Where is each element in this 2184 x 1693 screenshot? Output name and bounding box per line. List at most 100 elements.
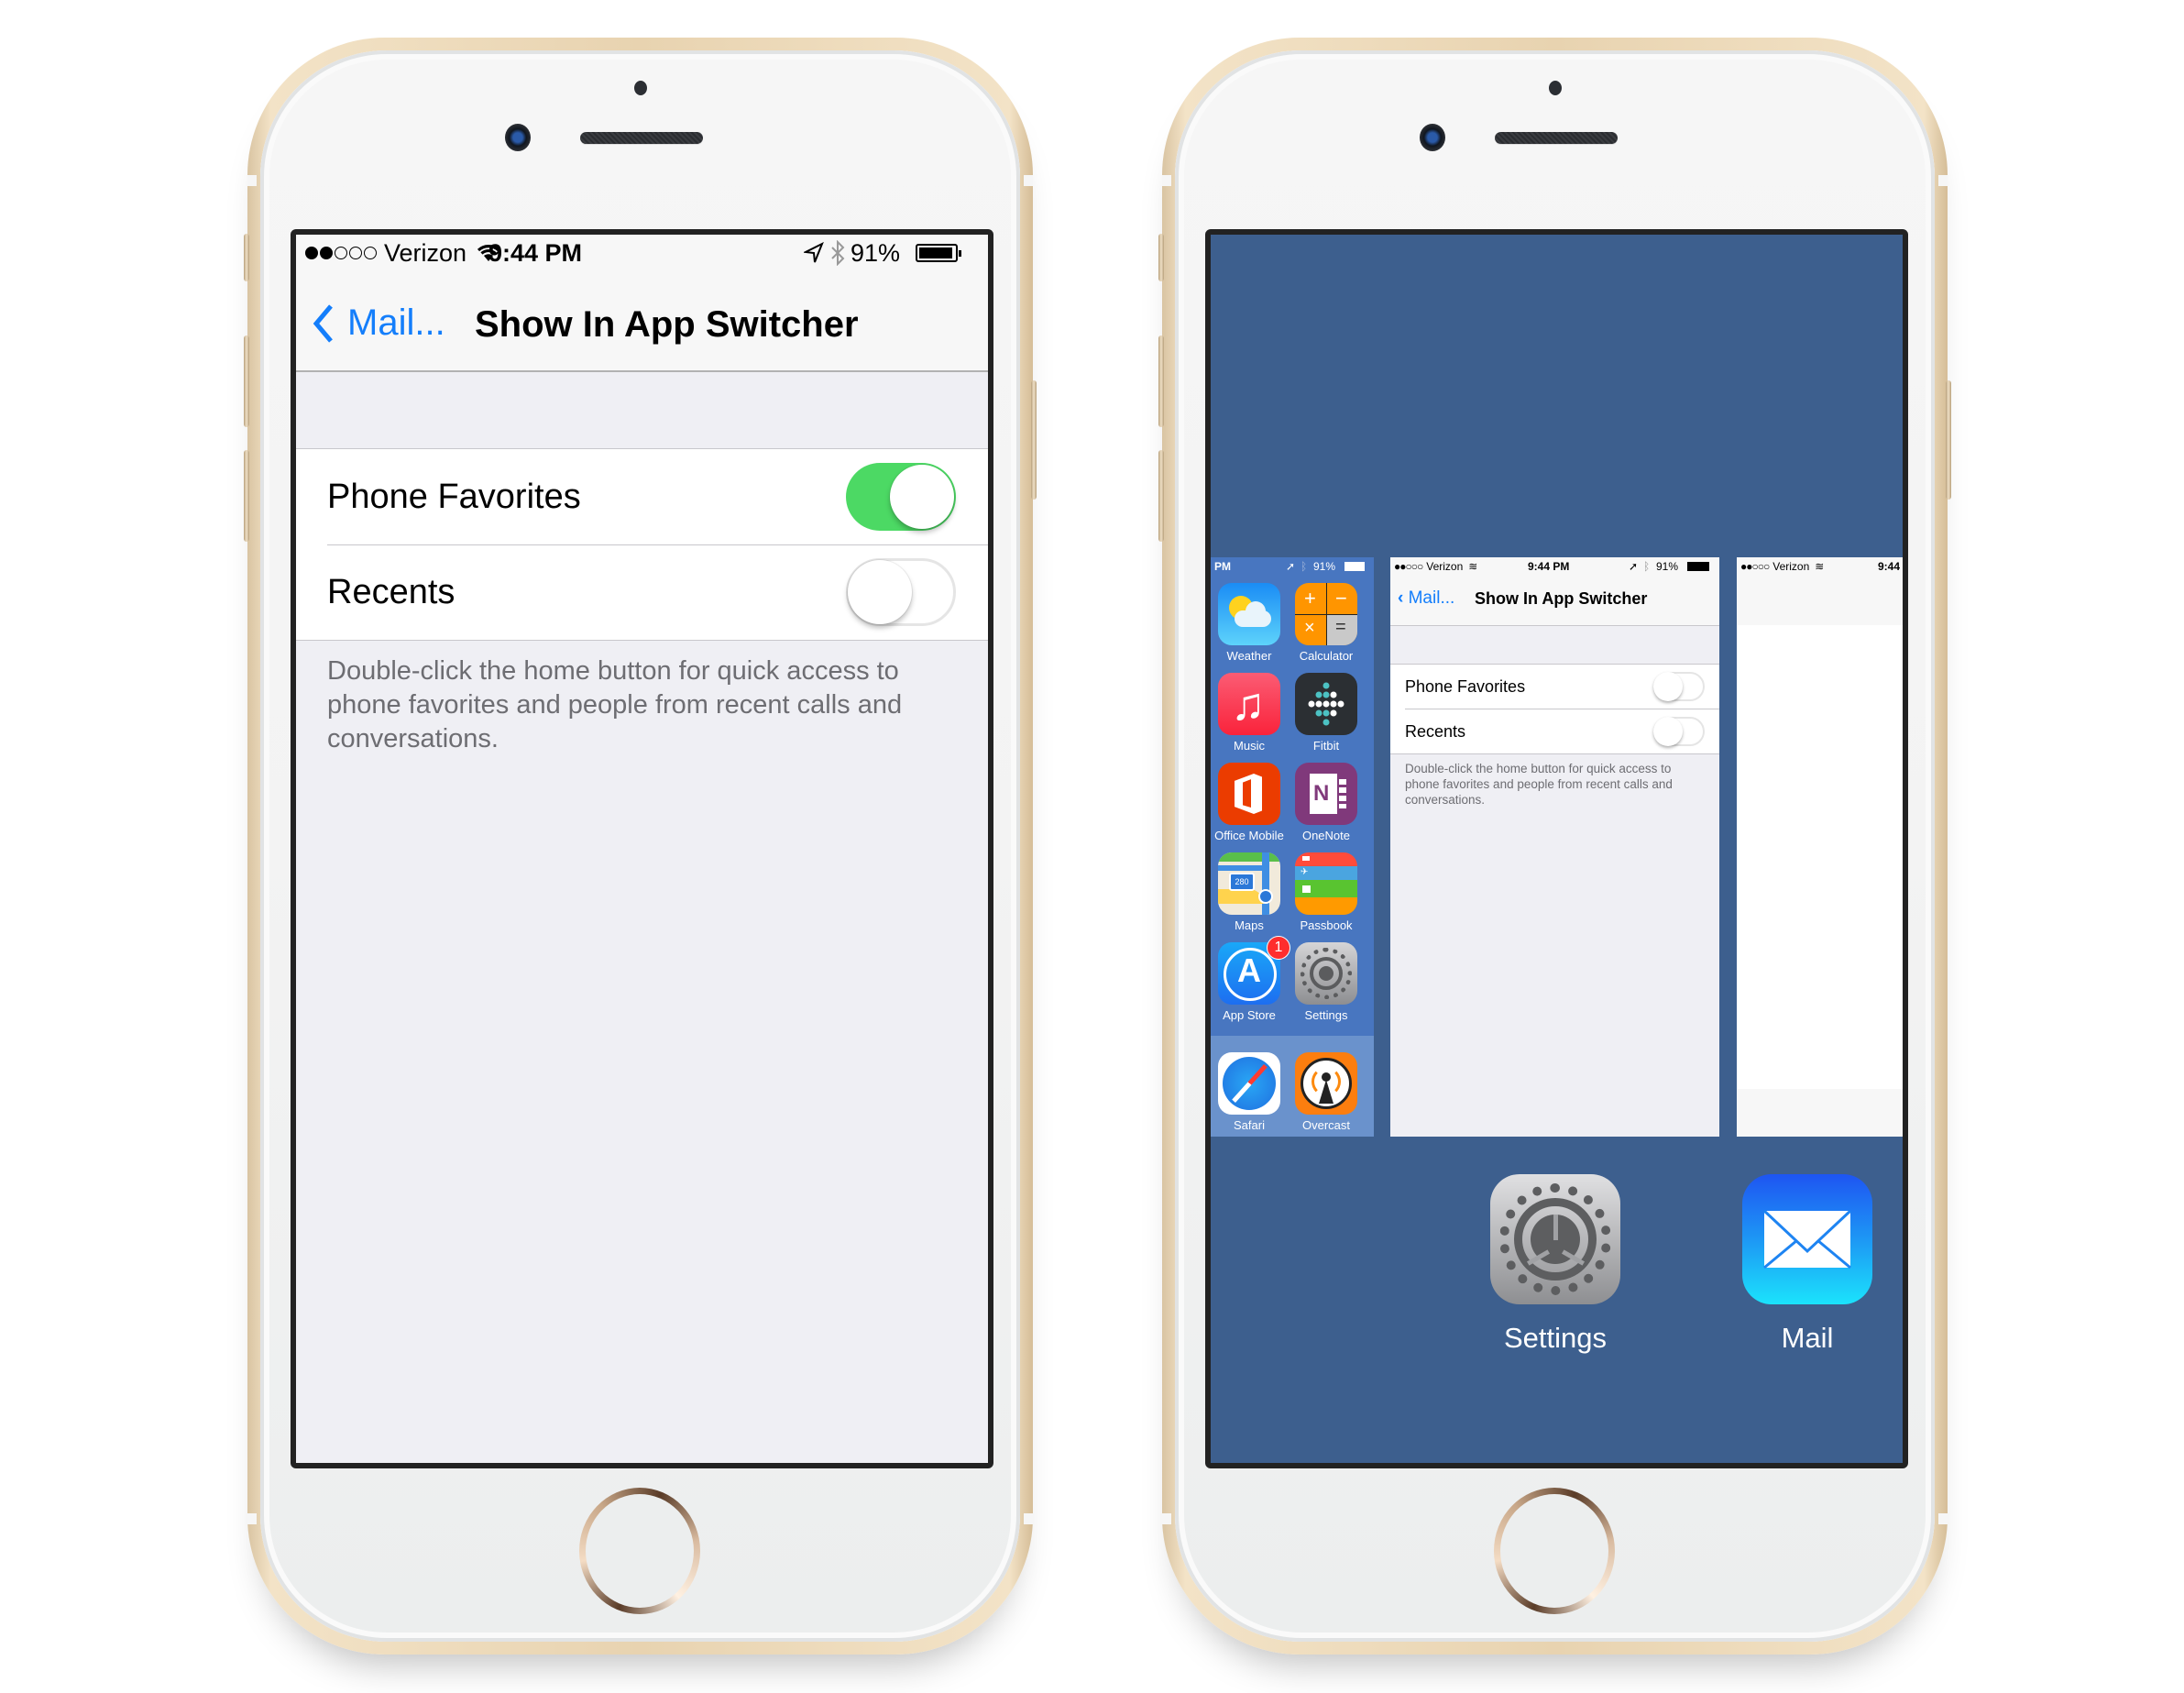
toggle-knob xyxy=(848,560,912,624)
carrier-label: Verizon xyxy=(384,238,467,267)
bluetooth-icon: ᛒ xyxy=(1643,560,1651,573)
app-label: Office Mobile xyxy=(1214,829,1284,842)
setting-description: Double-click the home button for quick a… xyxy=(327,656,903,753)
app-label: Passbook xyxy=(1300,918,1353,932)
front-camera xyxy=(1420,124,1445,151)
passbook-icon[interactable]: ✈ xyxy=(1295,852,1357,915)
mail-app-card[interactable]: ●●○○○ Verizon ≋ 9:44 xyxy=(1737,557,1903,1137)
proximity-sensor xyxy=(1549,81,1562,95)
front-camera xyxy=(505,124,531,151)
app-label: Overcast xyxy=(1301,1118,1350,1132)
toggle-knob xyxy=(890,465,954,529)
antenna-line xyxy=(1024,175,1033,186)
page-title: Show In App Switcher xyxy=(475,304,859,345)
power-button xyxy=(1031,380,1037,500)
onenote-icon[interactable]: N xyxy=(1295,763,1357,825)
setting-description: Double-click the home button for quick a… xyxy=(1405,762,1673,807)
battery-percent: 91% xyxy=(1313,560,1336,573)
home-button[interactable] xyxy=(1494,1488,1615,1614)
office-icon[interactable] xyxy=(1218,763,1280,825)
clock: 9:44 PM xyxy=(488,238,583,267)
setting-row-phone-favorites[interactable]: Phone Favorites xyxy=(1390,665,1719,709)
clock: 9:44 xyxy=(1878,560,1901,573)
mail-app-icon[interactable] xyxy=(1742,1174,1872,1304)
settings-app-card[interactable]: ●●○○○ Verizon ≋ 9:44 PM ➚ ᛒ 91% ‹ Mail..… xyxy=(1390,557,1719,1137)
phone-favorites-toggle[interactable] xyxy=(1653,672,1705,701)
home-screen-card[interactable]: PM ➚ ᛒ 91% Weather + − × = Calculator ♫ … xyxy=(1211,557,1374,1137)
right-iphone: PM ➚ ᛒ 91% Weather + − × = Calculator ♫ … xyxy=(1158,38,1951,1655)
clock: 9:44 PM xyxy=(1528,560,1570,573)
antenna-line xyxy=(1162,175,1171,186)
recents-toggle[interactable] xyxy=(846,558,956,626)
settings-app-icon[interactable] xyxy=(1490,1174,1620,1304)
phone-favorites-toggle[interactable] xyxy=(846,463,956,531)
calculator-icon[interactable]: + − × = xyxy=(1295,583,1357,645)
back-button[interactable]: Mail... xyxy=(313,302,445,344)
right-screen: PM ➚ ᛒ 91% Weather + − × = Calculator ♫ … xyxy=(1205,229,1908,1468)
safari-icon[interactable] xyxy=(1218,1052,1280,1115)
weather-icon[interactable] xyxy=(1218,583,1280,645)
antenna-line xyxy=(247,1513,257,1524)
mini-status-bar: ●●○○○ Verizon ≋ 9:44 xyxy=(1737,557,1903,576)
back-label: Mail... xyxy=(347,302,445,343)
mute-switch xyxy=(1158,234,1164,281)
battery-icon xyxy=(1687,562,1709,571)
notification-badge: 1 xyxy=(1268,937,1290,959)
setting-label: Recents xyxy=(327,572,455,611)
antenna-line xyxy=(1024,1513,1033,1524)
home-button[interactable] xyxy=(579,1488,700,1614)
signal-strength-icon: ●●○○○ xyxy=(1740,560,1770,573)
mail-toolbar xyxy=(1737,1089,1903,1137)
setting-row-phone-favorites[interactable]: Phone Favorites xyxy=(296,449,988,544)
back-label: Mail... xyxy=(1408,588,1455,608)
map-shield: 280 xyxy=(1229,873,1255,891)
overcast-icon[interactable] xyxy=(1295,1052,1357,1115)
setting-label: Phone Favorites xyxy=(1405,677,1526,696)
fitbit-icon[interactable] xyxy=(1295,673,1357,735)
app-label: OneNote xyxy=(1301,829,1351,842)
mini-status-bar: ●●○○○ Verizon ≋ 9:44 PM ➚ ᛒ 91% xyxy=(1390,557,1719,576)
app-label: Music xyxy=(1234,739,1265,753)
carrier-label: Verizon xyxy=(1772,560,1810,573)
status-bar: Verizon 9:44 PM 91% xyxy=(296,235,988,271)
music-icon[interactable]: ♫ xyxy=(1218,673,1280,735)
mini-status-bar: PM ➚ ᛒ 91% xyxy=(1211,557,1374,576)
antenna-line xyxy=(1938,1513,1948,1524)
app-label: App Store xyxy=(1223,1008,1276,1022)
antenna-line xyxy=(1938,175,1948,186)
setting-row-recents[interactable]: Recents xyxy=(296,544,988,640)
navigation-bar: Verizon 9:44 PM 91% Mail... Show In App … xyxy=(296,235,988,372)
app-label: Maps xyxy=(1235,918,1264,932)
battery-icon xyxy=(916,244,961,262)
carrier-label: Verizon xyxy=(1426,560,1464,573)
power-button xyxy=(1946,380,1951,500)
location-arrow-icon: ➚ xyxy=(1629,560,1639,573)
settings-group: Phone Favorites Recents xyxy=(1390,664,1719,754)
app-label: Settings xyxy=(1304,1008,1348,1022)
envelope-icon xyxy=(1762,1209,1852,1270)
wifi-icon: ≋ xyxy=(1468,560,1478,573)
recents-toggle[interactable] xyxy=(1653,717,1705,746)
settings-group: Phone Favorites Recents xyxy=(296,448,988,641)
back-button[interactable]: ‹ Mail... xyxy=(1398,588,1454,609)
signal-strength-icon: ●●○○○ xyxy=(1394,560,1423,573)
app-label: Fitbit xyxy=(1312,739,1340,753)
proximity-sensor xyxy=(634,81,647,95)
left-iphone: Verizon 9:44 PM 91% Mail... Show In App … xyxy=(244,38,1037,1655)
battery-percent: 91% xyxy=(1656,560,1679,573)
volume-up-button xyxy=(1158,335,1164,427)
left-screen: Verizon 9:44 PM 91% Mail... Show In App … xyxy=(291,229,993,1468)
setting-row-recents[interactable]: Recents xyxy=(1405,709,1719,753)
bluetooth-icon: ᛒ xyxy=(1301,560,1308,573)
battery-percent: 91% xyxy=(851,238,901,267)
settings-icon[interactable] xyxy=(1295,942,1357,1005)
antenna-line xyxy=(247,175,257,186)
maps-icon[interactable]: 280 xyxy=(1218,852,1280,915)
antenna-line xyxy=(1162,1513,1171,1524)
app-label: Calculator xyxy=(1299,649,1354,663)
setting-label: Phone Favorites xyxy=(327,477,581,516)
chevron-left-icon xyxy=(313,303,333,343)
bluetooth-icon xyxy=(831,240,845,266)
wifi-icon: ≋ xyxy=(1815,560,1825,573)
app-label: Safari xyxy=(1234,1118,1265,1132)
